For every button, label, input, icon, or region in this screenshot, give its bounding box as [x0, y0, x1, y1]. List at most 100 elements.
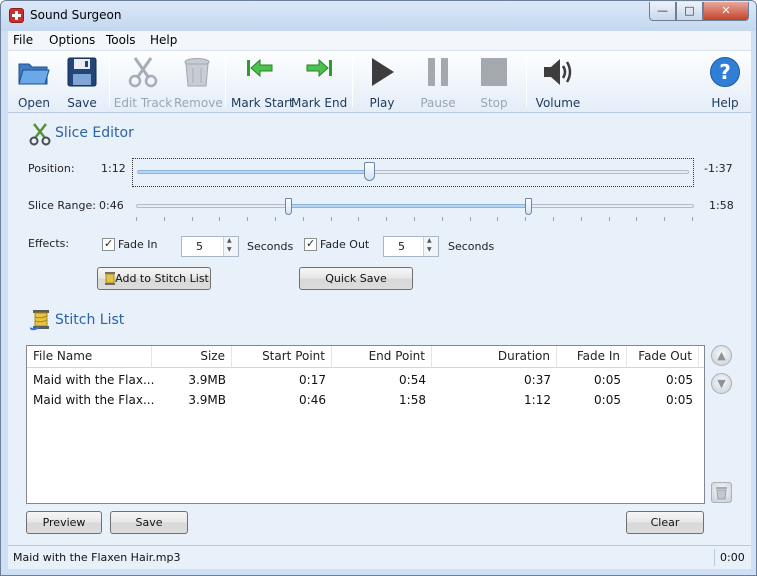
maximize-button[interactable]: □ [676, 2, 703, 21]
toolbar: Open Save Edit Track Remove Mark Start M… [8, 51, 751, 113]
folder-open-icon [18, 63, 50, 85]
fade-in-value[interactable]: 5 [196, 240, 203, 253]
play-icon [372, 58, 394, 86]
range-tick [470, 217, 471, 221]
status-bar: Maid with the Flaxen Hair.mp3 0:00 [8, 545, 751, 569]
slice-range-label: Slice Range: [28, 199, 96, 212]
cell-start-point: 0:46 [299, 393, 326, 407]
slice-range-slider[interactable] [136, 195, 694, 225]
mark-start-button[interactable]: Mark Start [231, 54, 294, 110]
app-logo-icon [9, 8, 24, 23]
column-header-file-name[interactable]: File Name [27, 346, 152, 368]
trash-can-icon [716, 487, 727, 500]
position-label: Position: [28, 162, 75, 175]
effects-label: Effects: [28, 237, 70, 250]
toolbar-separator [526, 57, 527, 107]
save-toolbar-button[interactable]: Save [60, 54, 104, 110]
quick-save-button[interactable]: Quick Save [299, 267, 413, 290]
title-bar[interactable]: Sound Surgeon — □ ✕ [1, 1, 756, 31]
range-tick [664, 217, 665, 221]
cell-duration: 0:37 [524, 373, 551, 387]
stitch-list-table[interactable]: File Name Size Start Point End Point Dur… [26, 345, 705, 504]
toolbar-separator [225, 57, 226, 107]
minimize-button[interactable]: — [649, 2, 676, 21]
play-button[interactable]: Play [361, 54, 403, 110]
range-end-thumb[interactable] [525, 198, 532, 215]
menu-options[interactable]: Options [49, 33, 95, 47]
mark-end-arrow-icon [306, 58, 332, 78]
menu-file[interactable]: File [13, 33, 33, 47]
menu-tools[interactable]: Tools [106, 33, 136, 47]
pause-button[interactable]: Pause [416, 54, 460, 110]
position-remaining-time: -1:37 [704, 162, 733, 175]
stitch-list-title: Stitch List [55, 312, 125, 328]
range-start-time: 0:46 [99, 199, 124, 212]
volume-button[interactable]: Volume [532, 54, 584, 110]
help-button[interactable]: ? Help [705, 54, 745, 110]
range-tick [692, 217, 693, 221]
range-tick [636, 217, 637, 221]
help-question-icon: ? [710, 57, 740, 87]
position-slider[interactable] [132, 158, 694, 187]
client-area: File Options Tools Help Open Save Edit T… [8, 31, 751, 569]
cell-fade-in: 0:05 [594, 393, 621, 407]
scissors-icon [29, 123, 51, 146]
range-tick [331, 217, 332, 221]
save-stitch-button[interactable]: Save [110, 511, 188, 534]
range-tick [497, 217, 498, 221]
range-tick [247, 217, 248, 221]
column-header-duration[interactable]: Duration [432, 346, 557, 368]
position-track-fill [138, 170, 370, 174]
preview-button[interactable]: Preview [26, 511, 102, 534]
remove-button[interactable]: Remove [174, 54, 223, 110]
column-header-size[interactable]: Size [152, 346, 232, 368]
fade-out-checkbox[interactable] [304, 237, 317, 251]
range-track-fill [289, 204, 529, 208]
fade-out-value[interactable]: 5 [398, 240, 405, 253]
arrow-up-icon: ▲ [717, 349, 726, 362]
edit-track-button[interactable]: Edit Track [113, 54, 173, 110]
fade-in-spin-buttons[interactable] [223, 237, 238, 256]
range-tick [192, 217, 193, 221]
pause-icon [428, 58, 448, 86]
range-tick [525, 217, 526, 221]
stop-button[interactable]: Stop [472, 54, 516, 110]
clear-button[interactable]: Clear [626, 511, 704, 534]
open-button[interactable]: Open [12, 54, 56, 110]
position-thumb[interactable] [364, 162, 375, 181]
move-down-button[interactable]: ▼ [711, 373, 732, 394]
cell-start-point: 0:17 [299, 373, 326, 387]
cell-fade-in: 0:05 [594, 373, 621, 387]
spool-add-icon [105, 272, 115, 285]
position-time: 1:12 [101, 162, 126, 175]
mark-end-button[interactable]: Mark End [291, 54, 347, 110]
column-header-start-point[interactable]: Start Point [232, 346, 332, 368]
scissors-icon [128, 57, 158, 88]
range-start-thumb[interactable] [285, 198, 292, 215]
add-to-stitch-list-button[interactable]: Add to Stitch List [97, 267, 211, 290]
fade-in-seconds-label: Seconds [247, 240, 294, 253]
close-button[interactable]: ✕ [703, 2, 749, 21]
svg-text:?: ? [719, 60, 731, 84]
delete-row-button[interactable] [711, 482, 732, 503]
move-up-button[interactable]: ▲ [711, 345, 732, 366]
column-header-fade-in[interactable]: Fade In [557, 346, 627, 368]
fade-out-spin-buttons[interactable] [423, 237, 438, 256]
add-to-stitch-list-label: Add to Stitch List [115, 272, 209, 285]
window-title: Sound Surgeon [30, 8, 122, 22]
fade-out-spinner[interactable]: 5 [383, 236, 439, 257]
range-tick [275, 217, 276, 221]
menu-help[interactable]: Help [150, 33, 177, 47]
cell-fade-out: 0:05 [666, 393, 693, 407]
column-header-end-point[interactable]: End Point [332, 346, 432, 368]
range-tick [553, 217, 554, 221]
status-time: 0:00 [720, 551, 745, 564]
fade-in-checkbox[interactable] [102, 237, 115, 251]
column-header-fade-out[interactable]: Fade Out [627, 346, 699, 368]
trash-can-icon [184, 58, 210, 87]
cell-duration: 1:12 [524, 393, 551, 407]
range-tick [581, 217, 582, 221]
cell-file-name: Maid with the Flax... [33, 393, 155, 407]
fade-in-spinner[interactable]: 5 [181, 236, 239, 257]
cell-file-name: Maid with the Flax... [33, 373, 155, 387]
